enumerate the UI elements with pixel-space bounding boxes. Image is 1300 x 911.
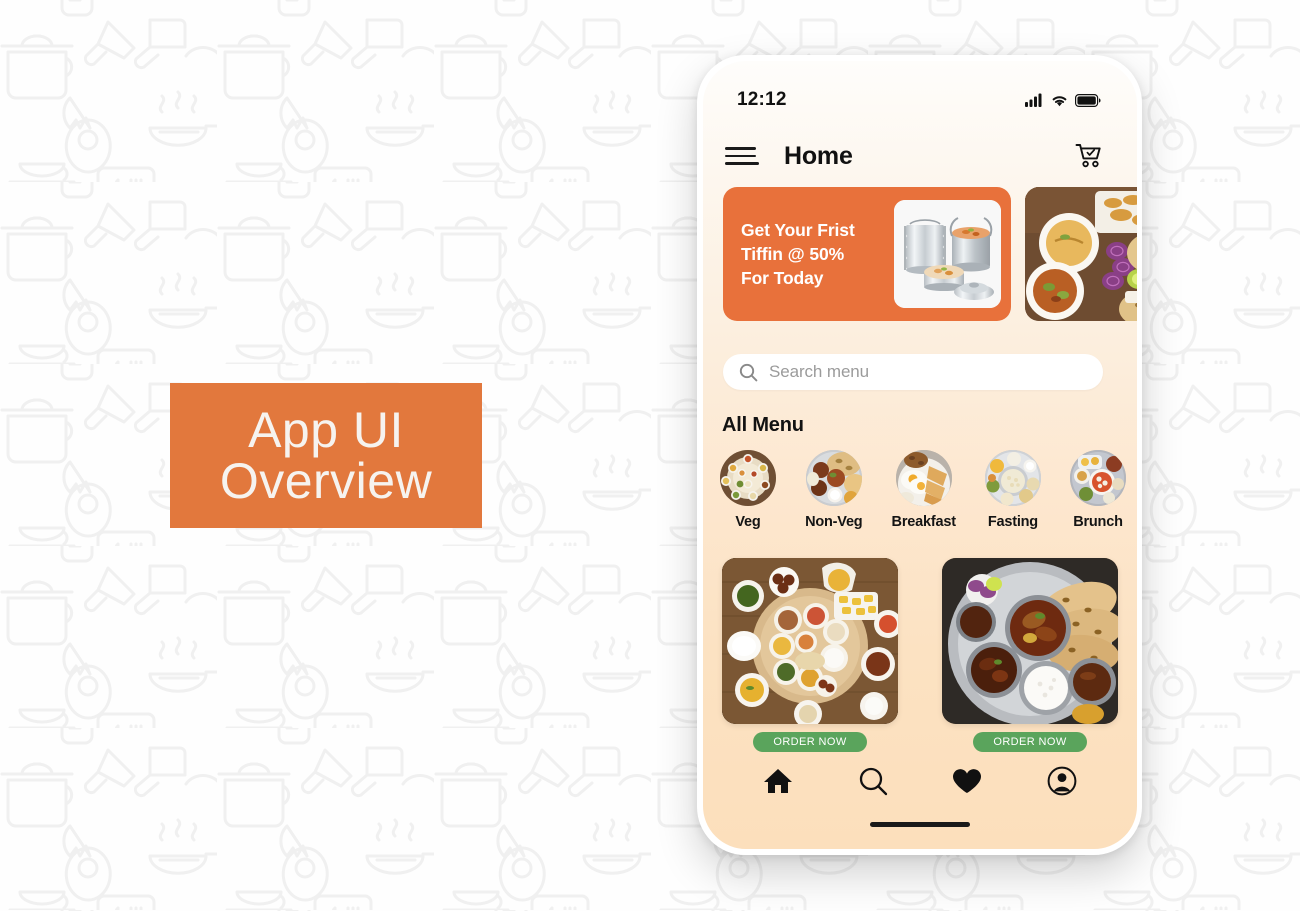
menu-category-row: Veg Non-Veg Breakfast Fasting Brunch [717, 450, 1129, 530]
brunch-plate-image [1069, 450, 1126, 506]
breakfast-plate-image [895, 450, 952, 506]
order-now-button[interactable]: ORDER NOW [753, 732, 867, 752]
overview-title-block: App UI Overview [170, 383, 482, 528]
category-label: Veg [735, 514, 761, 530]
dish-card[interactable]: ORDER NOW [722, 558, 898, 752]
bottom-navigation-bar [703, 755, 1137, 807]
status-bar-time: 12:12 [737, 89, 787, 110]
poster-canvas: App UI Overview 12:12 Home Get Your Fris… [0, 0, 1300, 911]
home-icon [764, 769, 793, 793]
cellular-signal-icon [1025, 93, 1042, 107]
heart-icon [953, 768, 982, 793]
category-item-brunch[interactable]: Brunch [1069, 450, 1126, 530]
category-label: Breakfast [891, 514, 956, 530]
phone-mockup: 12:12 Home Get Your Frist Tiffin @ 50% F… [700, 58, 1140, 852]
category-item-breakfast[interactable]: Breakfast [892, 450, 956, 530]
promo-headline-line-2: Tiffin @ 50% [741, 243, 845, 264]
overview-title-line-1: App UI [248, 401, 404, 458]
category-label: Fasting [987, 514, 1038, 530]
battery-full-icon [1075, 93, 1101, 107]
search-icon [739, 363, 758, 381]
nav-item-profile[interactable] [1040, 759, 1084, 803]
nav-item-home[interactable] [756, 759, 800, 803]
category-item-fasting[interactable]: Fasting [984, 450, 1041, 530]
status-bar-icons [1025, 93, 1101, 107]
veg-thali-image [720, 450, 776, 506]
profile-account-icon [1047, 766, 1077, 796]
dish-card[interactable]: ORDER NOW [942, 558, 1118, 752]
tiffin-carrier-product-image [894, 200, 1001, 308]
promo-banner-card-secondary[interactable] [1025, 187, 1137, 321]
nav-item-favorites[interactable] [945, 759, 989, 803]
order-now-button[interactable]: ORDER NOW [973, 732, 1087, 752]
hamburger-menu-icon[interactable] [723, 145, 759, 167]
home-indicator-bar [870, 822, 970, 827]
promo-headline: Get Your Frist Tiffin @ 50% For Today [741, 218, 891, 290]
overview-title-line-2: Overview [219, 452, 433, 509]
search-input[interactable]: Search menu [723, 354, 1103, 390]
nav-item-search[interactable] [851, 759, 895, 803]
category-label: Non-Veg [805, 514, 863, 530]
all-menu-heading: All Menu [722, 414, 804, 436]
full-thali-spread-image [722, 558, 898, 724]
promo-headline-line-1: Get Your Frist [741, 219, 855, 240]
promo-headline-line-3: For Today [741, 268, 824, 289]
non-veg-thali-image [805, 450, 862, 506]
promo-banner-card[interactable]: Get Your Frist Tiffin @ 50% For Today [723, 187, 1011, 321]
category-label: Brunch [1073, 514, 1123, 530]
category-item-veg[interactable]: Veg [720, 450, 776, 530]
category-item-non-veg[interactable]: Non-Veg [805, 450, 863, 530]
promo-carousel[interactable]: Get Your Frist Tiffin @ 50% For Today [723, 187, 1137, 321]
dish-card-row: ORDER NOW ORDER NOW [722, 558, 1118, 752]
steel-thali-with-roti-image [942, 558, 1118, 724]
fasting-thali-image [984, 450, 1041, 506]
status-bar: 12:12 [703, 87, 1137, 113]
wifi-icon [1052, 95, 1067, 106]
search-placeholder-text: Search menu [769, 362, 870, 381]
app-bar: Home [703, 133, 1137, 179]
shopping-cart-icon[interactable] [1073, 140, 1105, 172]
search-icon [859, 767, 887, 796]
page-title: Home [784, 141, 853, 170]
